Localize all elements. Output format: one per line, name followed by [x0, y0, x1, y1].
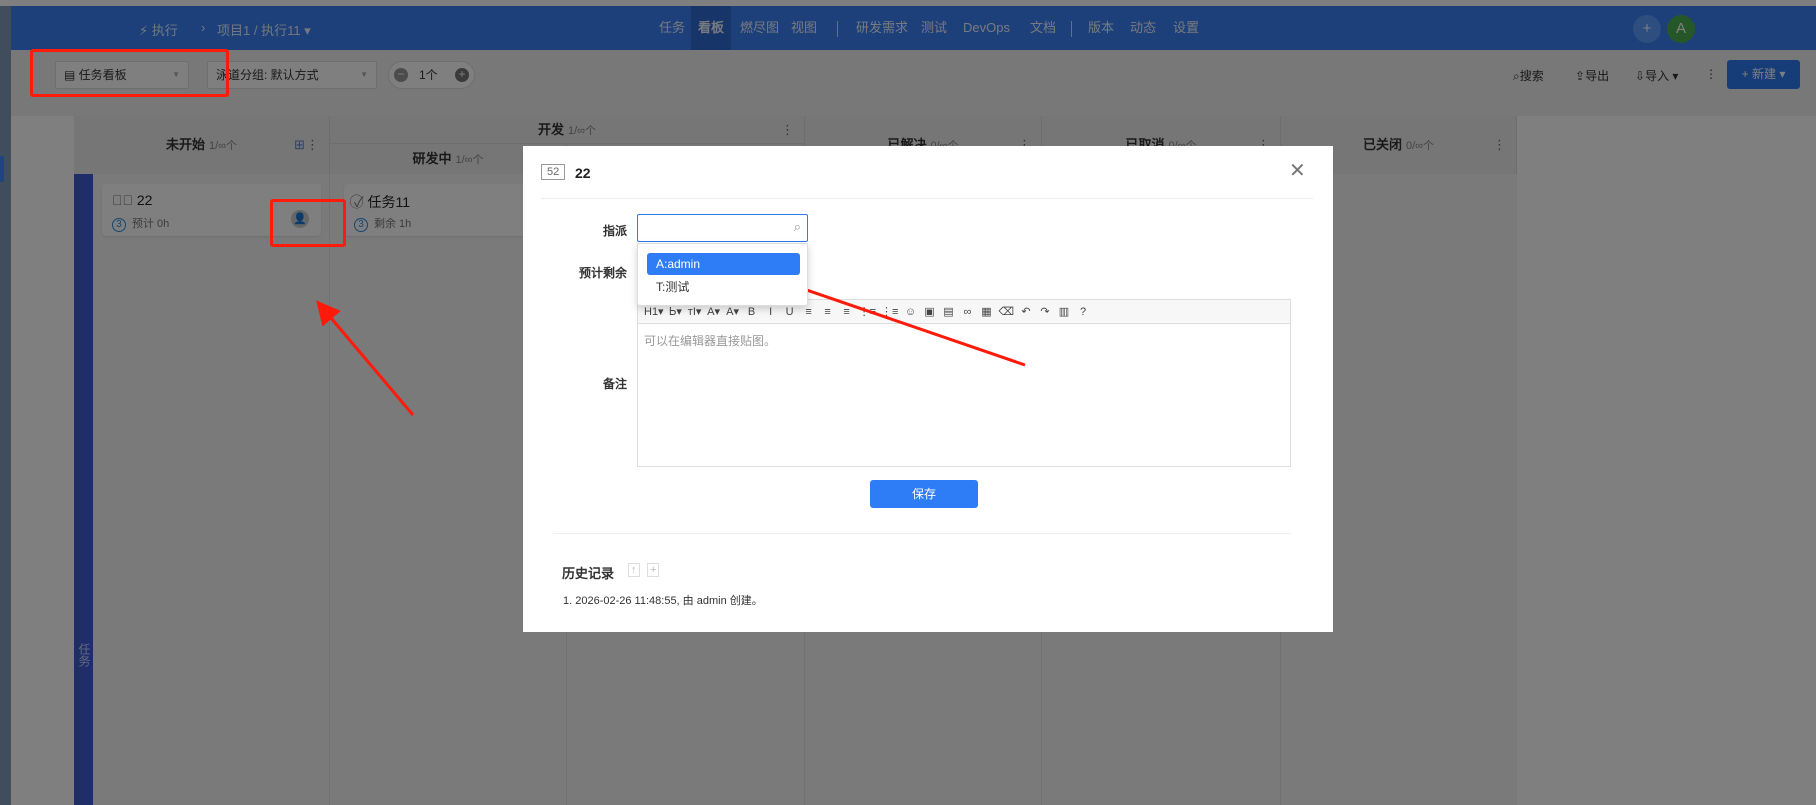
annotation-arrows: [316, 268, 1026, 416]
option-admin[interactable]: A:admin: [647, 253, 800, 275]
annotation-arrow: [316, 300, 415, 416]
option-test[interactable]: T:测试: [647, 276, 800, 298]
assignee-dropdown: A:admin T:测试: [637, 243, 808, 306]
